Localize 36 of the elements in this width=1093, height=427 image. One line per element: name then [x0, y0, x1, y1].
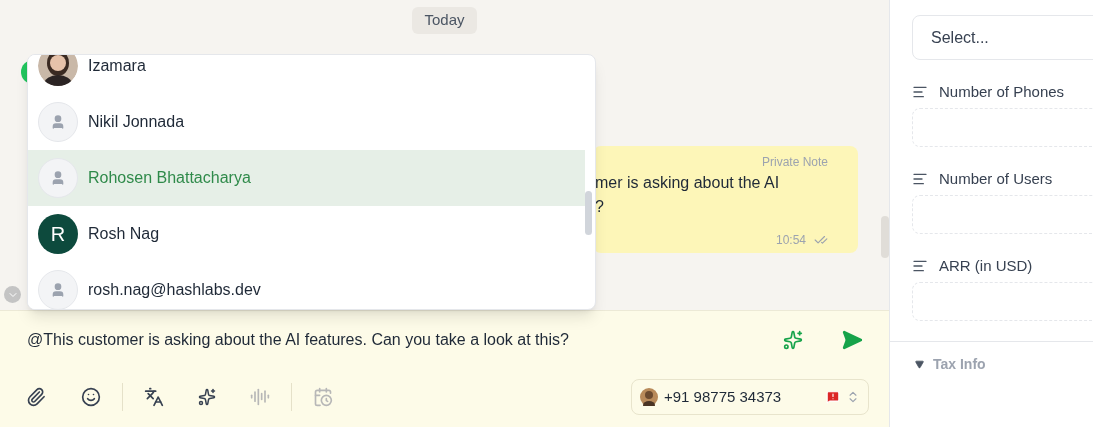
text-field-icon	[912, 84, 928, 100]
message-time: 10:54	[775, 231, 806, 249]
warning-icon	[826, 390, 840, 404]
emoji-icon[interactable]	[81, 387, 101, 407]
audio-waves-icon[interactable]	[250, 387, 270, 407]
person-icon	[50, 114, 66, 130]
paperclip-icon[interactable]	[26, 387, 46, 407]
note-label: Private Note	[761, 153, 828, 171]
sender-avatar	[640, 388, 658, 406]
mention-option[interactable]: rosh.nag@hashlabs.dev	[28, 262, 585, 309]
text-field-icon	[912, 171, 928, 187]
text-field-icon	[912, 258, 928, 274]
input-field[interactable]	[912, 108, 1093, 147]
field-label: Number of Phones	[939, 81, 1065, 102]
send-icon[interactable]	[841, 329, 863, 351]
person-icon	[50, 282, 66, 298]
plan-select[interactable]: Select...	[912, 15, 1093, 60]
sparkles-icon[interactable]	[198, 388, 216, 406]
scrollbar-thumb	[881, 215, 889, 258]
scroll-down-button[interactable]	[4, 286, 21, 303]
calendar-clock-icon[interactable]	[313, 387, 333, 407]
message-input[interactable]: @This customer is asking about the AI features. Can you take a look at this?	[27, 328, 783, 352]
note-text: ?	[595, 196, 605, 217]
field-label: ARR (in USD)	[939, 255, 1033, 276]
input-field[interactable]	[912, 282, 1093, 321]
sender-phone: +91 98775 34373	[664, 386, 783, 407]
avatar: R	[38, 214, 78, 254]
mention-option[interactable]: Izamara	[28, 55, 585, 94]
person-icon	[50, 170, 66, 186]
field-label: Number of Users	[939, 168, 1053, 189]
translate-icon[interactable]	[144, 387, 164, 407]
mention-option[interactable]: Rohosen Bhattacharya	[28, 150, 585, 206]
sender-selector[interactable]: +91 98775 34373	[631, 379, 869, 415]
scrollbar-thumb	[585, 191, 592, 235]
note-text: mer is asking about the AI	[595, 172, 781, 193]
input-field[interactable]	[912, 195, 1093, 234]
